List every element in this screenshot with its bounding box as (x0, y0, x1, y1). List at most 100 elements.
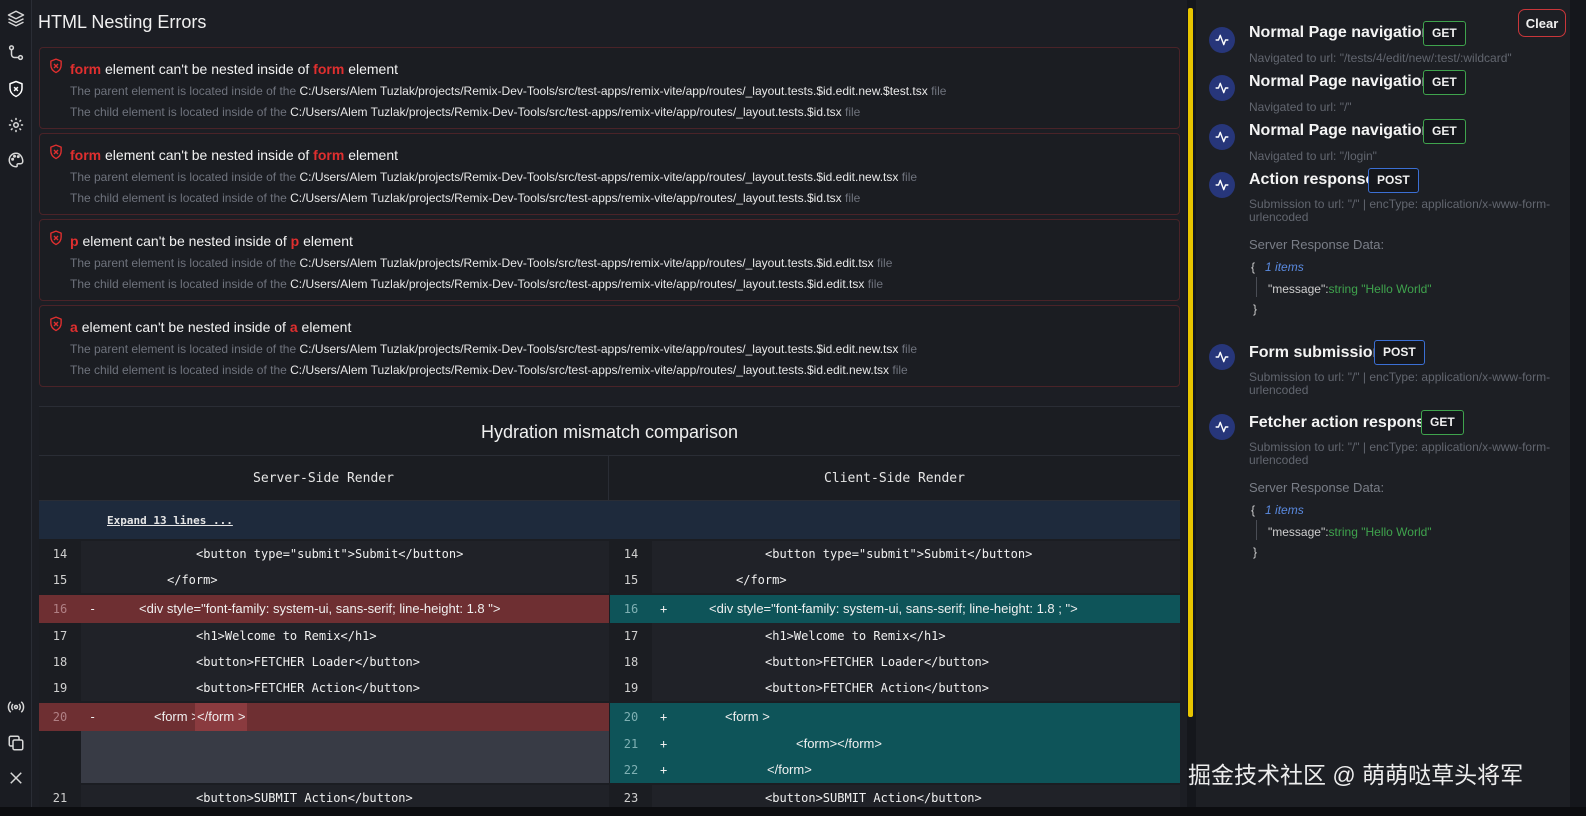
json-object[interactable]: { 1 items (1251, 260, 1304, 274)
shield-error-icon (50, 316, 62, 332)
parent-location: The parent element is located inside of … (70, 84, 947, 98)
json-entry: "message":string "Hello World" (1268, 525, 1432, 539)
diff-line: 14 <button type="submit">Submit</button> (610, 541, 1180, 567)
diff-line: 15 </form> (39, 567, 609, 593)
copy-icon[interactable] (7, 734, 25, 752)
method-badge: POST (1368, 168, 1419, 193)
nesting-error-card: p element can't be nested inside of p el… (39, 219, 1180, 301)
expand-lines-button[interactable]: Expand 13 lines ... (107, 514, 233, 527)
gear-icon[interactable] (7, 116, 25, 134)
devtools-sidebar (0, 0, 32, 807)
file-path[interactable]: C:/Users/Alem Tuzlak/projects/Remix-Dev-… (299, 84, 927, 98)
diff-line-empty (39, 731, 609, 783)
child-location: The child element is located inside of t… (70, 277, 884, 291)
event-title: Form submission (1249, 344, 1383, 361)
shield-error-icon (50, 230, 62, 246)
event-subtitle: Navigated to url: "/tests/4/edit/new/:te… (1249, 51, 1512, 65)
parent-tag: p (290, 233, 300, 249)
parent-location: The parent element is located inside of … (70, 170, 918, 184)
diff-line: 19 <button>FETCHER Action</button> (39, 675, 609, 701)
activity-icon (1209, 414, 1235, 440)
file-path[interactable]: C:/Users/Alem Tuzlak/projects/Remix-Dev-… (290, 105, 842, 119)
child-tag: form (70, 61, 102, 77)
response-data-label: Server Response Data: (1249, 237, 1385, 252)
panel-resize-handle[interactable] (1188, 8, 1193, 717)
event-title: Normal Page navigation (1249, 24, 1432, 41)
error-message: a element can't be nested inside of a el… (70, 319, 352, 335)
activity-icon (1209, 27, 1235, 53)
json-close: } (1253, 545, 1258, 559)
event-title: Action response (1249, 171, 1375, 188)
diff-line-added: 16 + <div style="font-family: system-ui,… (610, 595, 1180, 623)
file-path[interactable]: C:/Users/Alem Tuzlak/projects/Remix-Dev-… (290, 191, 842, 205)
file-path[interactable]: C:/Users/Alem Tuzlak/projects/Remix-Dev-… (299, 170, 898, 184)
timeline-panel: Clear Normal Page navigation GET Navigat… (1196, 0, 1570, 807)
shield-error-icon (50, 144, 62, 160)
method-badge: GET (1423, 70, 1466, 95)
section-title: Hydration mismatch comparison (480, 422, 739, 442)
diff-line-removed: 16 - <div style="font-family: system-ui,… (39, 595, 609, 623)
page-title: HTML Nesting Errors (38, 12, 207, 32)
method-badge: GET (1421, 410, 1464, 435)
error-message: form element can't be nested inside of f… (70, 147, 398, 163)
child-tag: p (70, 233, 79, 249)
event-title: Normal Page navigation (1249, 122, 1432, 139)
activity-icon (1209, 172, 1235, 198)
shield-error-icon (50, 58, 62, 74)
diff-line: 15 </form> (610, 567, 1180, 593)
diff-line: 18 <button>FETCHER Loader</button> (39, 649, 609, 675)
child-location: The child element is located inside of t… (70, 363, 908, 377)
json-entry: "message":string "Hello World" (1268, 282, 1432, 296)
clear-button[interactable]: Clear (1518, 9, 1566, 37)
nesting-error-card: form element can't be nested inside of f… (39, 47, 1180, 129)
event-subtitle: Submission to url: "/" | encType: applic… (1249, 440, 1551, 467)
error-message: p element can't be nested inside of p el… (70, 233, 353, 249)
diff-line: 14 <button type="submit">Submit</button> (39, 541, 609, 567)
activity-icon (1209, 344, 1235, 370)
child-tag: form (70, 147, 102, 163)
activity-icon (1209, 75, 1235, 101)
event-subtitle: Navigated to url: "/login" (1249, 149, 1377, 163)
parent-tag: form (313, 61, 345, 77)
event-subtitle: Submission to url: "/" | encType: applic… (1249, 370, 1551, 397)
method-badge: GET (1423, 119, 1466, 144)
shield-error-icon[interactable] (7, 80, 25, 98)
event-subtitle: Submission to url: "/" | encType: applic… (1249, 197, 1551, 224)
response-data-label: Server Response Data: (1249, 480, 1385, 495)
json-object[interactable]: { 1 items (1251, 503, 1304, 517)
nesting-error-card: a element can't be nested inside of a el… (39, 305, 1180, 387)
diff-line-added: 20 + <form > (610, 703, 1180, 731)
diff-line-added: 21 + <form></form> (610, 731, 1180, 757)
watermark: 掘金技术社区 @ 萌萌哒草头将军 (1188, 762, 1524, 788)
hydration-mismatch-panel: Hydration mismatch comparison Server-Sid… (39, 406, 1180, 807)
activity-icon (1209, 124, 1235, 150)
diff-line-removed: 20 - <form > </form > (39, 703, 609, 731)
diff-line: 23 <button>SUBMIT Action</button> (610, 785, 1180, 807)
nesting-error-card: form element can't be nested inside of f… (39, 133, 1180, 215)
event-title: Fetcher action response (1249, 414, 1434, 431)
event-subtitle: Navigated to url: "/" (1249, 100, 1352, 114)
parent-tag: form (313, 147, 345, 163)
server-column-header: Server-Side Render (39, 455, 609, 501)
event-title: Normal Page navigation (1249, 73, 1432, 90)
file-path[interactable]: C:/Users/Alem Tuzlak/projects/Remix-Dev-… (290, 277, 864, 291)
palette-icon[interactable] (7, 151, 25, 169)
child-location: The child element is located inside of t… (70, 191, 861, 205)
diff-line: 18 <button>FETCHER Loader</button> (610, 649, 1180, 675)
diff-line: 17 <h1>Welcome to Remix</h1> (39, 623, 609, 649)
parent-location: The parent element is located inside of … (70, 342, 918, 356)
diff-line: 19 <button>FETCHER Action</button> (610, 675, 1180, 701)
close-icon[interactable] (7, 769, 25, 787)
error-message: form element can't be nested inside of f… (70, 61, 398, 77)
main-panel: HTML Nesting Errors form element can't b… (32, 0, 1187, 807)
file-path[interactable]: C:/Users/Alem Tuzlak/projects/Remix-Dev-… (299, 342, 898, 356)
git-branch-icon[interactable] (7, 44, 25, 62)
file-path[interactable]: C:/Users/Alem Tuzlak/projects/Remix-Dev-… (290, 363, 889, 377)
broadcast-icon[interactable] (7, 698, 25, 716)
file-path[interactable]: C:/Users/Alem Tuzlak/projects/Remix-Dev-… (299, 256, 873, 270)
method-badge: GET (1423, 21, 1466, 46)
layers-icon[interactable] (7, 9, 25, 27)
json-guide-line (1256, 277, 1257, 297)
diff-line: 21 <button>SUBMIT Action</button> (39, 785, 609, 807)
json-guide-line (1256, 520, 1257, 540)
